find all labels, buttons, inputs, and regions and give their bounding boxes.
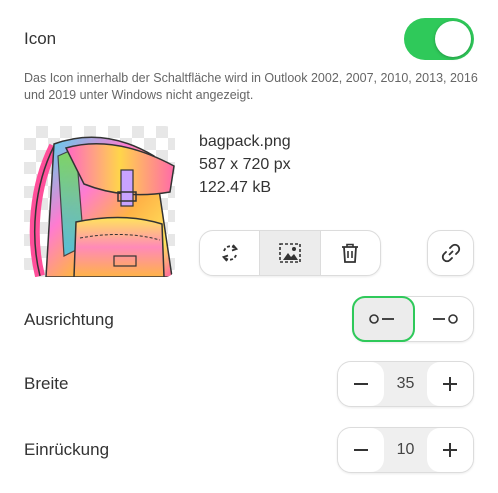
minus-icon — [354, 449, 368, 451]
crop-image-icon — [279, 243, 301, 263]
file-dimensions: 587 x 720 px — [199, 156, 291, 173]
replace-icon — [221, 244, 238, 262]
indent-increase-button[interactable] — [427, 428, 473, 472]
link-icon — [441, 243, 460, 263]
file-name: bagpack.png — [199, 133, 291, 150]
toggle-knob — [435, 21, 471, 57]
align-icon-right-option[interactable] — [415, 297, 474, 341]
indent-decrease-button[interactable] — [338, 428, 384, 472]
indent-value[interactable]: 10 — [384, 441, 427, 459]
file-size: 122.47 kB — [199, 179, 272, 196]
minus-icon — [354, 383, 368, 385]
width-label: Breite — [24, 374, 69, 393]
width-increase-button[interactable] — [427, 362, 473, 406]
file-info: bagpack.png 587 x 720 px 122.47 kB — [199, 130, 291, 199]
delete-image-button[interactable] — [319, 231, 380, 275]
icon-label: Icon — [24, 29, 57, 48]
icon-left-align-icon — [369, 314, 395, 324]
indent-label: Einrückung — [24, 440, 110, 459]
alignment-selector — [352, 296, 474, 342]
backpack-image — [29, 136, 175, 277]
indent-stepper: 10 — [337, 427, 474, 473]
icon-right-align-icon — [432, 314, 458, 324]
align-icon-left-option[interactable] — [352, 296, 415, 342]
plus-icon — [443, 443, 457, 457]
icon-toggle[interactable] — [404, 18, 474, 60]
replace-image-button[interactable] — [200, 231, 259, 275]
image-actions — [199, 230, 381, 276]
width-value[interactable]: 35 — [384, 375, 427, 393]
icon-note: Das Icon innerhalb der Schaltfläche wird… — [24, 71, 478, 102]
width-decrease-button[interactable] — [338, 362, 384, 406]
link-button[interactable] — [427, 230, 474, 276]
width-stepper: 35 — [337, 361, 474, 407]
alignment-label: Ausrichtung — [24, 310, 114, 329]
plus-icon — [443, 377, 457, 391]
trash-icon — [342, 243, 359, 263]
crop-image-button[interactable] — [259, 231, 320, 275]
image-preview — [24, 126, 175, 277]
